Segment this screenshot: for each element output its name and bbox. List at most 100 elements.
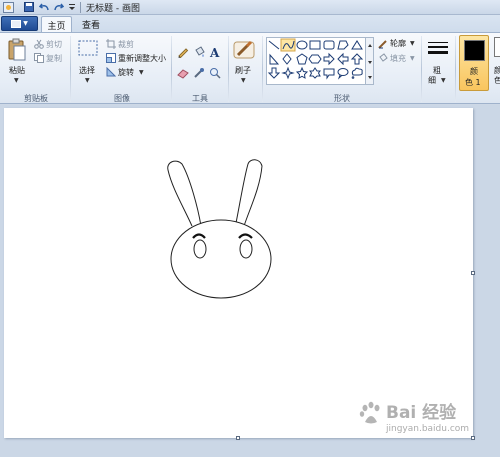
scroll-down-icon <box>368 61 372 64</box>
tab-row: ▼ 主页 查看 <box>0 15 500 32</box>
text-icon[interactable]: A <box>208 45 222 60</box>
outline-dropdown-icon[interactable]: ▼ <box>410 40 415 47</box>
fill-shape-button[interactable]: 填充 <box>390 53 406 64</box>
paint-menu-icon <box>11 19 22 28</box>
tab-view[interactable]: 查看 <box>76 16 106 32</box>
rotate-dropdown-icon[interactable]: ▼ <box>139 69 144 76</box>
oval-callout-shape[interactable] <box>337 68 349 80</box>
image-group-label: 图像 <box>114 94 130 103</box>
customize-dropdown-icon[interactable] <box>66 1 78 13</box>
eraser-icon[interactable] <box>176 66 190 80</box>
up-arrow-shape[interactable] <box>350 53 364 65</box>
group-separator <box>262 36 263 102</box>
six-point-star-shape[interactable] <box>309 67 321 79</box>
color2-label-bottom: 色 <box>494 76 500 85</box>
shapes-gallery-scrollbar[interactable] <box>366 37 374 85</box>
color2-button[interactable] <box>494 37 500 60</box>
undo-icon[interactable] <box>38 1 50 13</box>
line-width-icon <box>428 42 448 54</box>
magnifier-icon[interactable] <box>208 66 222 80</box>
right-ear <box>235 159 263 227</box>
tools-group-label: 工具 <box>192 94 208 103</box>
five-point-star-shape[interactable] <box>295 66 309 79</box>
tab-home[interactable]: 主页 <box>41 16 72 32</box>
cloud-callout-shape[interactable] <box>351 67 363 79</box>
brush-icon <box>233 40 255 59</box>
left-arrow-shape[interactable] <box>337 52 349 66</box>
curve-shape[interactable] <box>280 38 296 52</box>
color-picker-icon[interactable] <box>192 66 206 80</box>
triangle-shape[interactable] <box>351 40 363 50</box>
resize-handle-bottom[interactable] <box>236 436 240 440</box>
select-label: 选择 <box>79 66 95 75</box>
clipboard-group-label: 剪贴板 <box>24 94 48 103</box>
four-point-star-shape[interactable] <box>281 66 295 80</box>
down-arrow-shape[interactable] <box>267 67 281 79</box>
group-separator <box>70 36 71 102</box>
size-button[interactable] <box>427 41 449 60</box>
group-separator <box>421 36 422 102</box>
cut-button[interactable]: 剪切 <box>46 39 62 50</box>
rounded-rectangle-shape[interactable] <box>323 40 335 50</box>
app-menu-icon[interactable] <box>2 1 14 13</box>
rotate-icon <box>106 66 117 80</box>
crop-button[interactable]: 裁剪 <box>118 39 134 50</box>
title-separator <box>80 2 81 13</box>
watermark-sub-text: jingyan.baidu.com <box>386 424 470 434</box>
select-button[interactable] <box>78 40 98 59</box>
fill-shape-icon <box>378 53 389 66</box>
title-bar: 无标题 - 画图 <box>0 0 500 15</box>
right-triangle-shape[interactable] <box>269 53 280 65</box>
line-shape[interactable] <box>268 40 280 50</box>
pencil-icon[interactable] <box>176 45 190 59</box>
copy-button[interactable]: 复制 <box>46 53 62 64</box>
paste-button[interactable] <box>7 38 27 65</box>
resize-handle-right[interactable] <box>471 271 475 275</box>
size-dropdown-icon[interactable]: ▼ <box>441 77 446 84</box>
expand-gallery-icon <box>368 76 372 79</box>
brushes-button[interactable] <box>233 39 255 64</box>
select-icon <box>78 40 98 56</box>
svg-text:A: A <box>209 46 220 58</box>
window-title: 无标题 - 画图 <box>86 4 140 14</box>
outline-icon <box>378 39 389 52</box>
cut-icon <box>34 39 44 52</box>
diamond-shape[interactable] <box>282 53 292 65</box>
group-separator <box>171 36 172 102</box>
oval-shape[interactable] <box>296 40 308 50</box>
shapes-group-label: 形状 <box>334 94 350 103</box>
color1-button[interactable]: 颜 色 1 <box>459 35 489 91</box>
redo-icon[interactable] <box>52 1 64 13</box>
brushes-label: 刷子 <box>235 66 251 75</box>
baidu-paw-icon <box>359 401 380 424</box>
color1-label-top: 颜 <box>470 67 478 76</box>
color1-label-bottom: 色 1 <box>465 78 481 87</box>
resize-icon <box>106 53 116 66</box>
fill-dropdown-icon[interactable]: ▼ <box>410 55 415 62</box>
brushes-dropdown-icon[interactable]: ▼ <box>241 77 246 84</box>
paste-icon <box>8 38 26 61</box>
outline-button[interactable]: 轮廓 <box>390 38 406 49</box>
pentagon-shape[interactable] <box>296 53 308 65</box>
chevron-down-icon: ▼ <box>23 20 28 27</box>
rounded-callout-shape[interactable] <box>323 68 335 80</box>
group-separator <box>228 36 229 102</box>
left-ear <box>167 160 202 227</box>
paint-menu-button[interactable]: ▼ <box>1 16 38 31</box>
hexagon-shape[interactable] <box>308 54 322 64</box>
right-arrow-shape[interactable] <box>323 52 335 66</box>
drawing-canvas[interactable] <box>4 108 473 438</box>
paste-dropdown-icon[interactable]: ▼ <box>14 77 19 84</box>
color1-swatch <box>464 40 485 61</box>
rectangle-shape[interactable] <box>309 40 321 50</box>
baidu-watermark: Bai 经验 jingyan.baidu.com <box>358 398 494 442</box>
paste-label: 粘贴 <box>9 66 25 75</box>
ribbon: 粘贴 ▼ 剪切 复制 剪贴板 选择 ▼ 裁剪 重新调整大小 旋转 ▼ 图像 A <box>0 32 500 104</box>
select-dropdown-icon[interactable]: ▼ <box>85 77 90 84</box>
save-icon[interactable] <box>23 1 35 13</box>
polygon-shape[interactable] <box>337 40 349 50</box>
fill-icon[interactable] <box>192 45 206 59</box>
resize-button[interactable]: 重新调整大小 <box>118 53 166 64</box>
copy-icon <box>34 53 44 66</box>
rotate-button[interactable]: 旋转 <box>118 67 134 78</box>
